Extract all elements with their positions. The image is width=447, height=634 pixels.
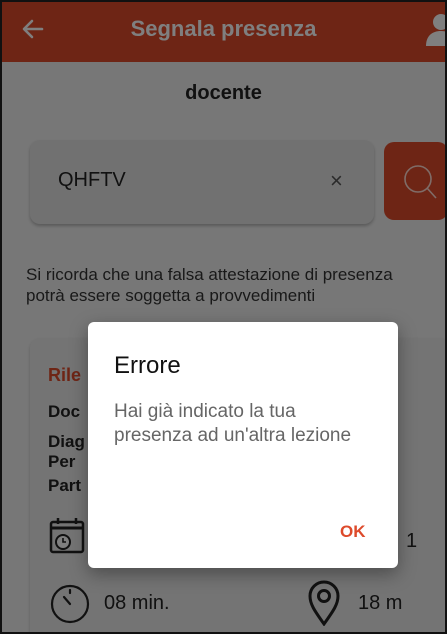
screen: Segnala presenza docente QHFTV × Si rico… <box>0 0 447 634</box>
dialog-message: Hai già indicato la tua presenza ad un'a… <box>114 401 352 446</box>
error-dialog: Errore Hai già indicato la tua presenza … <box>88 322 398 568</box>
dialog-title: Errore <box>114 352 181 379</box>
ok-button[interactable]: OK <box>340 522 366 542</box>
